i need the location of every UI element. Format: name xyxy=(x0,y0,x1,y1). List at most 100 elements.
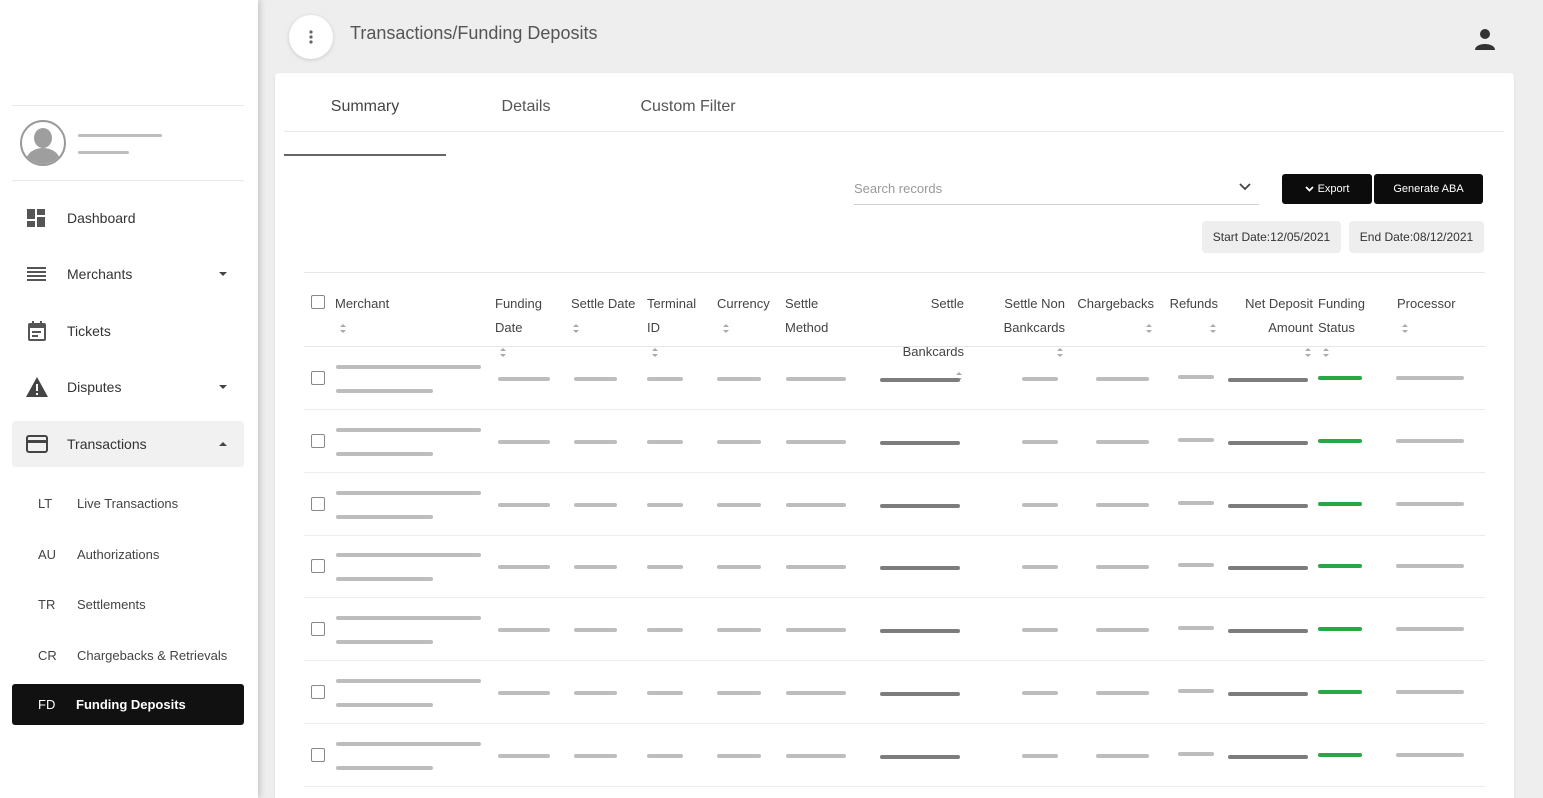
subitem-abbr: AU xyxy=(38,546,57,562)
subitem-label: Authorizations xyxy=(77,546,160,562)
column-header-merchant[interactable]: Merchant xyxy=(335,292,389,340)
column-header-label: Date xyxy=(495,320,523,335)
sidebar-item-tickets[interactable]: Tickets xyxy=(12,308,244,354)
column-header-label: Status xyxy=(1318,320,1355,335)
redacted-cell-value xyxy=(786,753,846,758)
column-header-refunds[interactable]: Refunds xyxy=(1165,292,1218,340)
redacted-cell-value xyxy=(1022,502,1058,507)
warning-icon xyxy=(26,376,48,398)
tab-summary[interactable]: Summary xyxy=(284,98,446,156)
redacted-cell-value xyxy=(1396,690,1464,694)
sidebar-subitem-chargebacks-retrievals[interactable]: CR Chargebacks & Retrievals xyxy=(12,635,244,675)
redacted-cell-value xyxy=(1178,689,1214,693)
redacted-cell-value xyxy=(717,753,761,758)
row-checkbox[interactable] xyxy=(311,747,325,762)
redacted-cell-value xyxy=(336,640,433,645)
table-row[interactable] xyxy=(304,410,1485,473)
row-checkbox[interactable] xyxy=(311,433,325,448)
column-header-chargebacks[interactable]: Chargebacks xyxy=(1073,292,1154,340)
row-checkbox[interactable] xyxy=(311,622,325,637)
select-all-checkbox[interactable] xyxy=(311,295,325,309)
sort-icon[interactable] xyxy=(1402,323,1410,334)
redacted-cell-value xyxy=(717,377,761,381)
redacted-cell-value xyxy=(336,679,481,683)
column-header-label: Funding xyxy=(495,296,542,311)
sidebar-subitem-live-transactions[interactable]: LT Live Transactions xyxy=(12,483,244,523)
table-row[interactable] xyxy=(304,473,1485,536)
column-header-processor[interactable]: Processor xyxy=(1397,292,1456,340)
redacted-cell-value xyxy=(336,577,433,582)
table-row[interactable] xyxy=(304,661,1485,724)
column-header-settle-date[interactable]: Settle Date xyxy=(571,292,635,340)
subitem-abbr: TR xyxy=(38,596,56,612)
redacted-cell-value xyxy=(717,565,761,570)
end-date-chip[interactable]: End Date:08/12/2021 xyxy=(1349,221,1484,253)
redacted-cell-value xyxy=(786,691,846,695)
column-header-currency[interactable]: Currency xyxy=(717,292,770,340)
sort-icon[interactable] xyxy=(723,323,731,334)
tab-custom-filter[interactable]: Custom Filter xyxy=(607,98,769,116)
sort-icon[interactable] xyxy=(573,323,581,334)
search-input[interactable] xyxy=(854,175,1234,201)
sidebar-item-transactions[interactable]: Transactions xyxy=(12,421,244,467)
caret-up-icon xyxy=(219,442,227,446)
row-checkbox[interactable] xyxy=(311,685,325,699)
start-date-chip[interactable]: Start Date:12/05/2021 xyxy=(1202,221,1341,253)
tab-bar: Summary Details Custom Filter xyxy=(284,73,1504,156)
redacted-cell-value xyxy=(1228,692,1308,696)
redacted-cell-value xyxy=(647,502,683,507)
more-menu-button[interactable] xyxy=(289,15,333,59)
sidebar-item-disputes[interactable]: Disputes xyxy=(12,364,244,410)
column-header-settle-method[interactable]: Settle Method xyxy=(785,292,828,340)
search-field[interactable] xyxy=(854,175,1259,205)
account-icon[interactable] xyxy=(1472,26,1498,52)
redacted-cell-value xyxy=(647,753,683,758)
redacted-cell-value xyxy=(1396,564,1464,569)
subitem-label: Settlements xyxy=(77,596,146,612)
generate-aba-button[interactable]: Generate ABA xyxy=(1374,174,1483,204)
redacted-cell-value xyxy=(1396,376,1464,380)
sidebar-subitem-settlements[interactable]: TR Settlements xyxy=(12,584,244,624)
tab-details[interactable]: Details xyxy=(445,98,607,116)
redacted-cell-value xyxy=(1096,628,1149,633)
chevron-down-icon[interactable] xyxy=(1239,183,1251,191)
table-row[interactable] xyxy=(304,724,1485,787)
sidebar-subitem-funding-deposits[interactable]: FD Funding Deposits xyxy=(12,684,244,725)
column-header-label: Settle xyxy=(930,296,964,311)
redacted-cell-value xyxy=(1178,500,1214,505)
row-checkbox[interactable] xyxy=(311,559,325,574)
sidebar-item-merchants[interactable]: Merchants xyxy=(12,251,244,297)
sort-icon[interactable] xyxy=(1210,323,1218,334)
table-row[interactable] xyxy=(304,598,1485,662)
chevron-down-icon xyxy=(1304,186,1314,192)
redacted-status-value xyxy=(1318,752,1362,757)
export-button[interactable]: Export xyxy=(1282,174,1372,204)
column-header-label: Settle xyxy=(785,296,819,311)
redacted-cell-value xyxy=(574,502,617,507)
subitem-abbr: FD xyxy=(38,697,56,712)
redacted-cell-value xyxy=(880,503,960,508)
sidebar-subitem-authorizations[interactable]: AU Authorizations xyxy=(12,534,244,574)
redacted-status-value xyxy=(1318,564,1362,569)
redacted-cell-value xyxy=(880,629,960,634)
redacted-cell-value xyxy=(1396,627,1464,632)
redacted-cell-value xyxy=(880,440,960,445)
table-row[interactable] xyxy=(304,347,1485,410)
redacted-cell-value xyxy=(336,741,481,746)
row-checkbox[interactable] xyxy=(311,496,325,511)
end-date-label: End Date:08/12/2021 xyxy=(1359,230,1474,244)
column-header-label: ID xyxy=(647,320,660,335)
column-header-label: Bankcards xyxy=(1003,320,1065,335)
redacted-cell-value xyxy=(880,692,960,696)
table-row[interactable] xyxy=(304,535,1485,599)
sort-icon[interactable] xyxy=(1146,323,1154,334)
redacted-status-value xyxy=(1318,690,1362,694)
caret-down-icon xyxy=(219,385,227,389)
sort-icon[interactable] xyxy=(340,323,348,334)
redacted-cell-value xyxy=(786,377,846,381)
redacted-user-name xyxy=(78,134,162,137)
row-checkbox[interactable] xyxy=(311,371,325,385)
user-profile[interactable] xyxy=(12,105,244,181)
redacted-cell-value xyxy=(336,389,433,393)
sidebar-item-dashboard[interactable]: Dashboard xyxy=(12,195,244,241)
